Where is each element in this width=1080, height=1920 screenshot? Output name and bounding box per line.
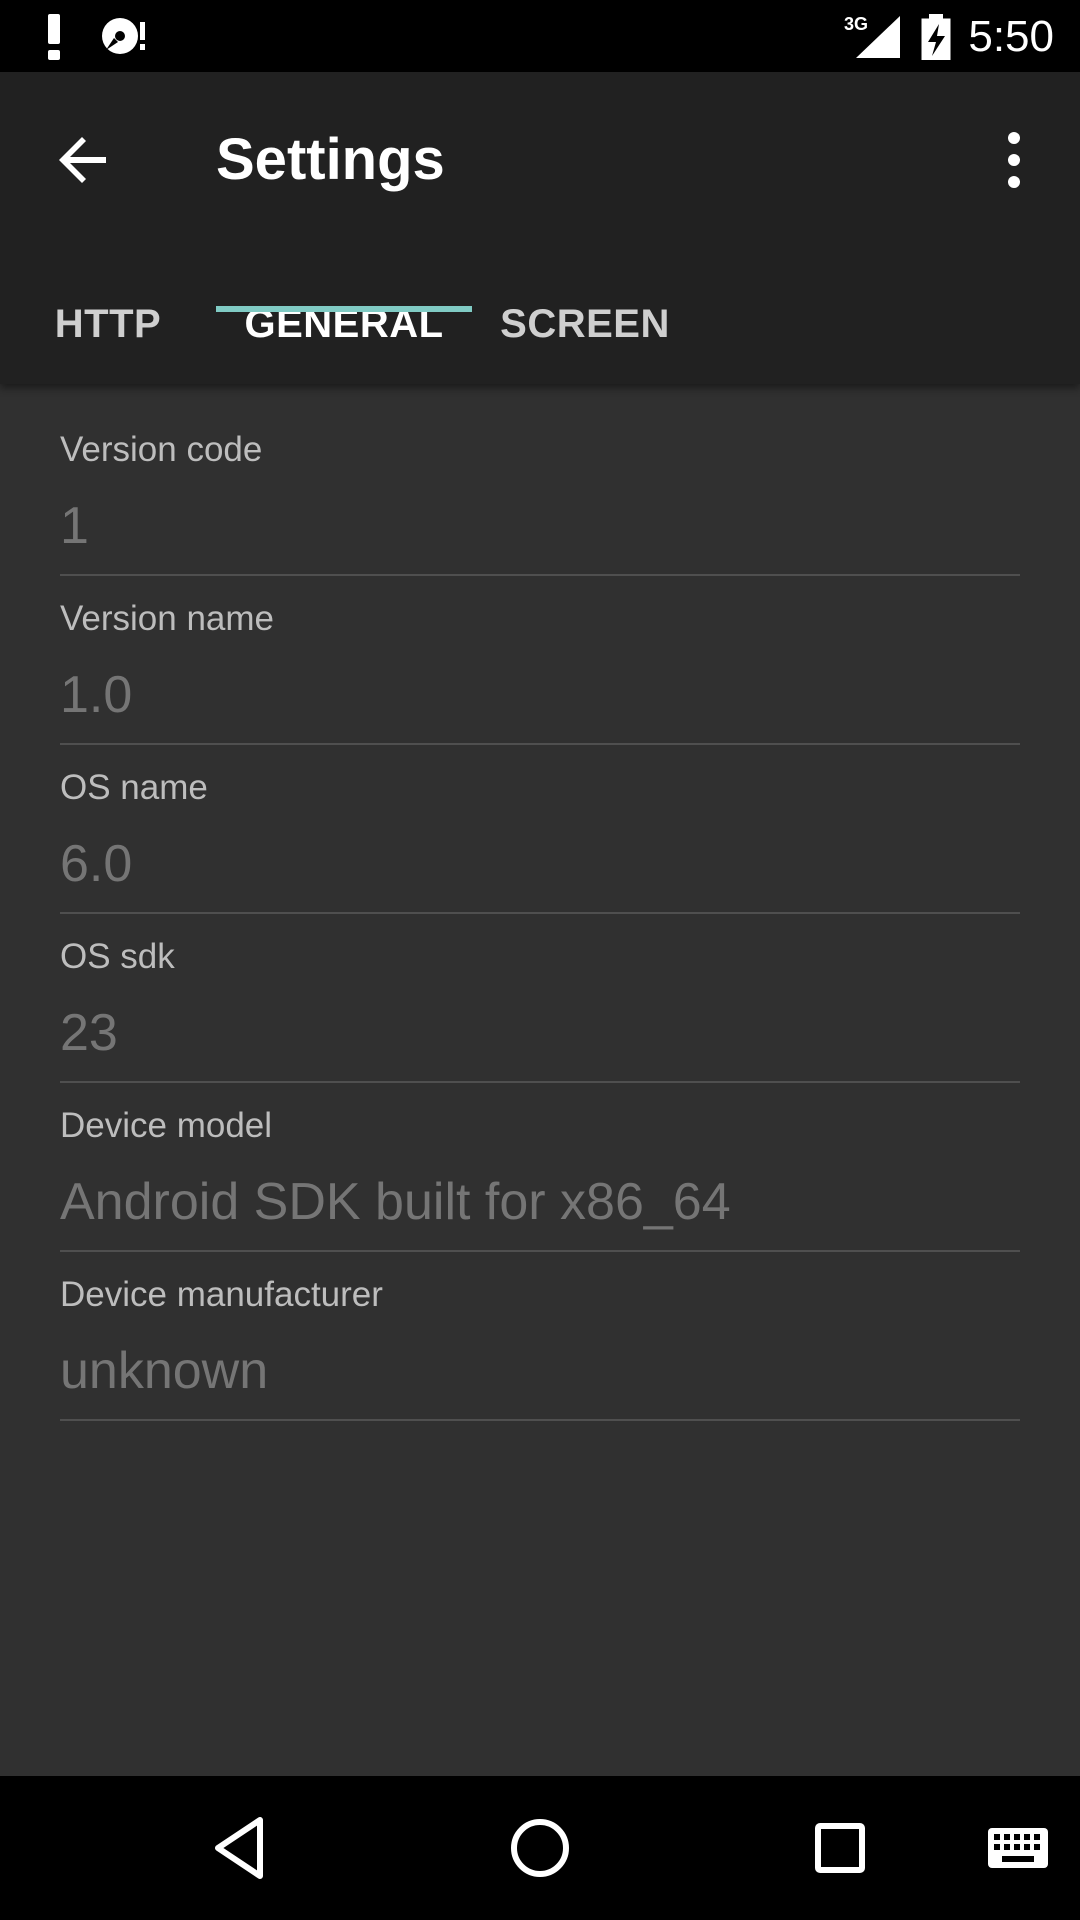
tab-bar: HTTP GENERAL SCREEN [0,264,1080,384]
field-device-manufacturer: Device manufacturer unknown [60,1229,1020,1421]
field-label: Version code [60,430,263,469]
overflow-menu-button[interactable] [990,124,1038,196]
status-bar: 3G 5:50 [0,0,1080,72]
more-vert-icon [1008,132,1020,188]
field-label: Device manufacturer [60,1275,383,1314]
field-value[interactable]: Android SDK built for x86_64 [60,1172,731,1232]
tab-screen[interactable]: SCREEN [498,264,672,384]
field-label: Version name [60,599,275,638]
field-underline [60,1419,1020,1421]
field-device-model: Device model Android SDK built for x86_6… [60,1060,1020,1252]
warning-icon [48,14,60,60]
nav-recents-icon[interactable] [800,1808,880,1888]
field-label: OS name [60,768,208,807]
field-label: OS sdk [60,937,175,976]
battery-charging-icon [921,14,951,60]
app-bar: Settings HTTP GENERAL SCREEN [0,72,1080,384]
general-settings-list: Version code 1 Version name 1.0 OS name … [0,384,1080,1776]
field-value[interactable]: 6.0 [60,834,132,894]
disc-icon [102,18,145,54]
field-value[interactable]: unknown [60,1341,268,1401]
field-os-name: OS name 6.0 [60,722,1020,914]
arrow-back-icon [59,137,106,183]
system-nav-bar [0,1776,1080,1920]
svg-text:3G: 3G [844,14,868,34]
field-version-name: Version name 1.0 [60,553,1020,745]
nav-home-icon[interactable] [500,1808,580,1888]
field-value[interactable]: 1 [60,496,89,556]
tab-indicator [216,306,472,312]
field-value[interactable]: 1.0 [60,665,132,725]
field-os-sdk: OS sdk 23 [60,891,1020,1083]
status-clock: 5:50 [968,12,1054,61]
signal-3g-icon: 3G [844,14,900,58]
tab-http[interactable]: HTTP [40,264,176,384]
nav-back-icon[interactable] [204,1808,284,1888]
field-version-code: Version code 1 [60,384,1020,576]
back-button[interactable] [48,124,120,196]
field-value[interactable]: 23 [60,1003,118,1063]
keyboard-icon[interactable] [986,1816,1050,1880]
field-label: Device model [60,1106,273,1145]
tab-general[interactable]: GENERAL [216,264,472,384]
page-title: Settings [216,127,445,192]
